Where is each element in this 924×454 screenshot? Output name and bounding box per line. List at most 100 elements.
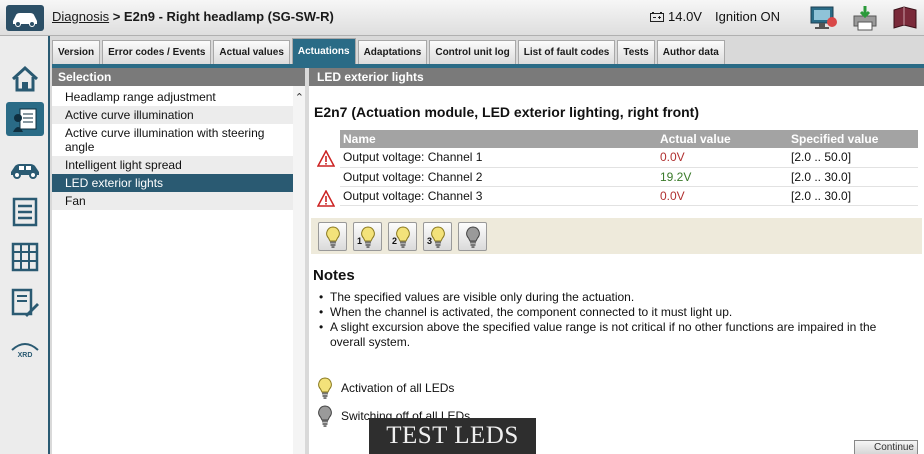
row-specified-value: [2.0 .. 30.0] [788,186,918,206]
book-icon [893,6,917,29]
bulb-on-icon [431,226,445,248]
grid-icon [11,242,39,272]
xrd-icon [11,342,39,351]
row-actual-value: 19.2V [657,167,788,187]
activate-channel-1-button[interactable]: 1 [353,222,382,251]
bulb-on-icon [361,226,375,248]
continue-button[interactable]: Continue [854,440,918,454]
selection-item-active-curve-illumination-with-steering-angle[interactable]: Active curve illumination with steering … [52,124,293,156]
bulb-off-icon [318,405,332,427]
vehicle-home-button[interactable] [6,5,44,31]
tab-list-of-fault-codes[interactable]: List of fault codes [517,40,616,64]
row-specified-value: [2.0 .. 50.0] [788,148,918,168]
breadcrumb-current: > E2n9 - Right headlamp (SG-SW-R) [112,9,334,24]
breadcrumb: Diagnosis > E2n9 - Right headlamp (SG-SW… [52,9,334,24]
rail-list-button[interactable] [6,195,44,229]
breadcrumb-diagnosis-link[interactable]: Diagnosis [52,9,109,24]
row-name: Output voltage: Channel 3 [340,186,657,206]
row-name: Output voltage: Channel 1 [340,148,657,168]
rail-home-button[interactable] [6,62,44,96]
note-item: The specified values are visible only du… [319,290,909,305]
xrd-label: XRD [17,351,33,359]
channel-number: 3 [427,236,433,246]
selection-item-led-exterior-lights[interactable]: LED exterior lights [52,174,293,192]
table-header-row: Name Actual value Specified value [340,130,918,148]
selection-list: Headlamp range adjustment Active curve il… [52,86,305,210]
row-specified-value: [2.0 .. 30.0] [788,167,918,187]
left-navigation-rail: XRD [0,36,50,454]
print-button[interactable] [850,4,880,32]
selection-item-active-curve-illumination[interactable]: Active curve illumination [52,106,293,124]
activate-channel-3-button[interactable]: 3 [423,222,452,251]
tab-adaptations[interactable]: Adaptations [357,40,428,64]
warning-icon [316,149,336,167]
bulb-off-icon [466,226,480,248]
list-icon [12,197,38,227]
selection-item-headlamp-range-adjustment[interactable]: Headlamp range adjustment [52,88,293,106]
tab-control-unit-log[interactable]: Control unit log [429,40,516,64]
selection-item-intelligent-light-spread[interactable]: Intelligent light spread [52,156,293,174]
tab-version[interactable]: Version [52,40,101,64]
warning-icon [316,189,336,207]
document-tools-icon [11,288,39,317]
selection-header: Selection [52,68,305,86]
notes-title: Notes [313,267,355,284]
table-row[interactable]: Output voltage: Channel 3 0.0V [2.0 .. 30.… [340,186,918,206]
values-table: Name Actual value Specified value Output… [340,130,918,206]
tab-actual-values[interactable]: Actual values [213,40,290,64]
vehicle-icon [11,164,39,179]
legend-activation: Activation of all LEDs [317,377,454,399]
table-row[interactable]: Output voltage: Channel 2 19.2V [2.0 .. 30… [340,167,918,187]
bulb-on-icon [326,226,340,248]
tab-error-codes-events[interactable]: Error codes / Events [102,40,212,64]
rail-xrd-button[interactable]: XRD [6,332,44,366]
activate-all-leds-button[interactable] [318,222,347,251]
channel-number: 1 [357,236,363,246]
bulb-on-icon [318,377,332,399]
legend-label: Activation of all LEDs [341,381,455,395]
tab-bar: Version Error codes / Events Actual values… [52,38,725,64]
printer-icon [853,6,877,31]
bulb-on-icon [396,226,410,248]
row-actual-value: 0.0V [657,186,788,206]
battery-voltage: 14.0V [668,9,702,24]
rail-document-tools-button[interactable] [6,286,44,320]
rail-grid-button[interactable] [6,240,44,274]
book-button[interactable] [890,4,920,32]
note-item: When the channel is activated, the compo… [319,305,909,320]
battery-status: 14.0V [650,9,702,24]
selection-item-fan[interactable]: Fan [52,192,293,210]
rail-diagnosis-button[interactable] [6,102,44,136]
row-actual-value: 0.0V [657,148,788,168]
column-header-actual: Actual value [657,130,788,148]
home-icon [11,65,39,92]
notes-list: The specified values are visible only du… [319,290,909,350]
module-title: E2n7 (Actuation module, LED exterior lig… [314,104,699,120]
row-name: Output voltage: Channel 2 [340,167,657,187]
actuation-panel: LED exterior lights E2n7 (Actuation modu… [309,68,924,454]
selection-scrollbar[interactable]: ⌃ [293,86,305,454]
car-icon [13,13,37,27]
rail-vehicle-button[interactable] [6,152,44,186]
channel-number: 2 [392,236,398,246]
column-header-specified: Specified value [788,130,918,148]
tab-tests[interactable]: Tests [617,40,655,64]
monitor-icon [810,6,837,29]
actuation-header: LED exterior lights [309,68,924,86]
scroll-up-icon[interactable]: ⌃ [295,91,304,104]
switch-off-all-leds-button[interactable] [458,222,487,251]
ignition-status: Ignition ON [715,9,781,24]
selection-panel: Selection Headlamp range adjustment Activ… [52,68,305,454]
table-row[interactable]: Output voltage: Channel 1 0.0V [2.0 .. 50.… [340,148,918,168]
battery-icon [650,11,664,22]
diagnosis-icon [13,108,37,132]
tab-author-data[interactable]: Author data [656,40,725,64]
column-header-name: Name [340,130,657,148]
monitor-help-button[interactable] [808,4,838,32]
top-bar: Diagnosis > E2n9 - Right headlamp (SG-SW… [0,0,924,36]
activate-channel-2-button[interactable]: 2 [388,222,417,251]
actuation-button-bar: 1 2 3 [311,218,922,254]
note-item: A slight excursion above the specified v… [319,320,909,350]
video-caption-overlay: TEST LEDS [369,418,536,454]
tab-actuations[interactable]: Actuations [291,38,356,64]
